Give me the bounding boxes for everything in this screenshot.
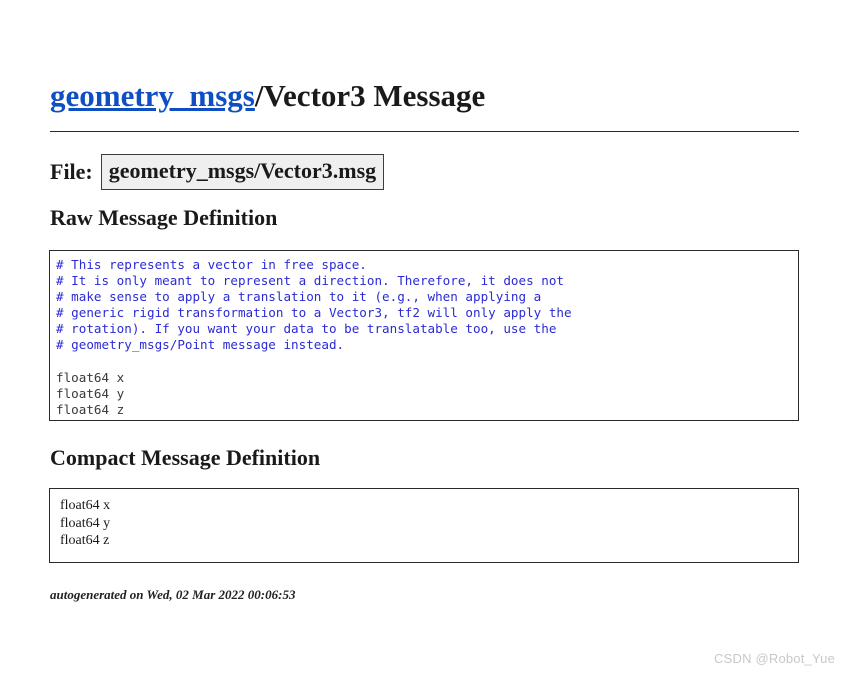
csdn-watermark: CSDN @Robot_Yue (714, 651, 835, 666)
raw-definition-comments: # This represents a vector in free space… (56, 257, 572, 353)
file-label: File: (50, 159, 93, 184)
raw-message-definition-box: # This represents a vector in free space… (49, 250, 799, 421)
package-link[interactable]: geometry_msgs (50, 78, 255, 113)
compact-definition-content: float64 x float64 y float64 z (60, 498, 111, 548)
document-page: geometry_msgs/Vector3 Message File: geom… (0, 0, 849, 675)
file-path-box: geometry_msgs/Vector3.msg (100, 154, 385, 190)
raw-definition-fields: float64 x float64 y float64 z (56, 369, 125, 417)
autogenerated-timestamp: autogenerated on Wed, 02 Mar 2022 00:06:… (50, 587, 296, 602)
compact-message-definition-box: float64 x float64 y float64 z (49, 488, 799, 563)
file-row: File: geometry_msgs/Vector3.msg (50, 154, 385, 190)
raw-definition-content: # This represents a vector in free space… (56, 257, 790, 418)
page-title-suffix: /Vector3 Message (254, 78, 486, 113)
page-title: geometry_msgs/Vector3 Message (50, 76, 485, 116)
raw-definition-blank-line (56, 354, 790, 370)
title-divider (50, 131, 799, 132)
raw-message-definition-heading: Raw Message Definition (50, 205, 278, 230)
compact-message-definition-heading: Compact Message Definition (50, 445, 321, 470)
